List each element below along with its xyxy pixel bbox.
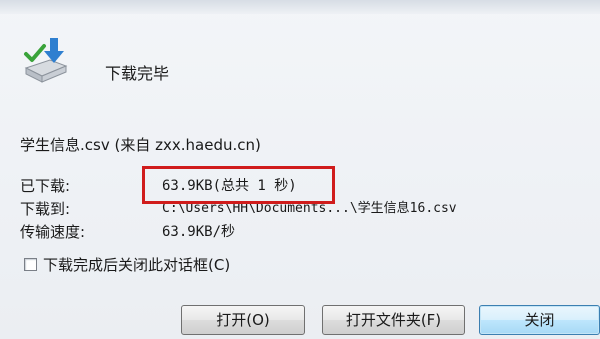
open-button[interactable]: 打开(O): [181, 305, 305, 335]
download-complete-dialog: 下载完毕 学生信息.csv (来自 zxx.haedu.cn) 已下载: 63.…: [0, 0, 600, 339]
title-bar: [0, 0, 600, 14]
speed-label: 传输速度:: [20, 223, 86, 241]
downloaded-label: 已下载:: [20, 177, 71, 195]
close-on-complete-label: 下载完成后关闭此对话框(C): [43, 256, 231, 274]
download-complete-icon: [20, 36, 72, 88]
speed-value: 63.9KB/秒: [162, 224, 236, 240]
highlight-annotation: [142, 166, 335, 204]
dialog-header: 下载完毕: [20, 36, 580, 96]
file-name-line: 学生信息.csv (来自 zxx.haedu.cn): [20, 134, 261, 155]
open-folder-button[interactable]: 打开文件夹(F): [322, 305, 465, 335]
file-name: 学生信息.csv: [20, 136, 110, 154]
file-source: (来自 zxx.haedu.cn): [114, 136, 261, 154]
close-on-complete-option[interactable]: 下载完成后关闭此对话框(C): [24, 254, 230, 275]
saved-to-label: 下载到:: [20, 200, 71, 218]
close-on-complete-checkbox[interactable]: [24, 258, 37, 271]
close-button[interactable]: 关闭: [479, 305, 600, 335]
page-title: 下载完毕: [105, 64, 170, 83]
